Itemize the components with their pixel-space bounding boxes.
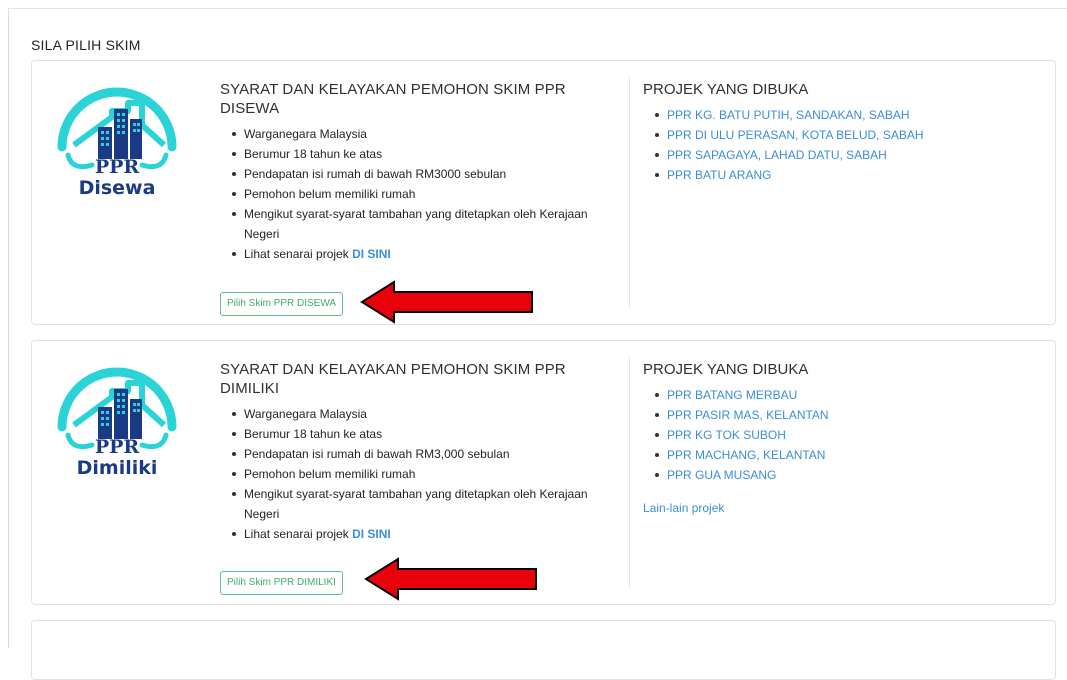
project-link[interactable]: PPR GUA MUSANG: [655, 465, 1043, 485]
projects-list: PPR KG. BATU PUTIH, SANDAKAN, SABAH PPR …: [643, 105, 1043, 185]
requirement-item: Pemohon belum memiliki rumah: [232, 184, 620, 204]
requirements-list: Warganegara Malaysia Berumur 18 tahun ke…: [220, 124, 620, 264]
scheme-card-next: [31, 620, 1056, 680]
logo-text-ppr: PPR: [95, 436, 140, 458]
select-scheme-disewa-button[interactable]: Pilih Skim PPR DISEWA: [220, 292, 344, 316]
requirement-item: Berumur 18 tahun ke atas: [232, 144, 620, 164]
section-title: SILA PILIH SKIM: [31, 37, 141, 53]
red-arrow-icon: [364, 557, 537, 601]
red-arrow-icon: [360, 280, 533, 324]
project-link[interactable]: PPR KG. BATU PUTIH, SANDAKAN, SABAH: [655, 105, 1043, 125]
projects-column: PROJEK YANG DIBUKA PPR KG. BATU PUTIH, S…: [643, 80, 1043, 185]
requirement-item: Mengikut syarat-syarat tambahan yang dit…: [232, 204, 620, 244]
di-sini-link[interactable]: DI SINI: [352, 527, 391, 541]
project-link[interactable]: PPR BATANG MERBAU: [655, 385, 1043, 405]
project-link[interactable]: PPR DI ULU PERASAN, KOTA BELUD, SABAH: [655, 125, 1043, 145]
projects-column: PROJEK YANG DIBUKA PPR BATANG MERBAU PPR…: [643, 360, 1043, 517]
column-divider: [629, 77, 630, 309]
requirement-item: Pendapatan isi rumah di bawah RM3,000 se…: [232, 444, 620, 464]
page-frame: SILA PILIH SKIM PPR Disewa SYARAT DAN KE…: [8, 8, 1067, 680]
other-projects-link[interactable]: Lain-lain projek: [643, 501, 724, 515]
logo-text-disewa: Disewa: [79, 177, 156, 199]
scheme-card-dimiliki: PPR Dimiliki SYARAT DAN KELAYAKAN PEMOHO…: [31, 340, 1056, 605]
project-link[interactable]: PPR PASIR MAS, KELANTAN: [655, 405, 1043, 425]
requirement-item: Berumur 18 tahun ke atas: [232, 424, 620, 444]
project-link[interactable]: PPR KG TOK SUBOH: [655, 425, 1043, 445]
logo-text-ppr: PPR: [95, 156, 140, 178]
requirements-list: Warganegara Malaysia Berumur 18 tahun ke…: [220, 404, 620, 544]
requirement-item-project-list: Lihat senarai projek DI SINI: [232, 244, 620, 264]
scheme-card-disewa: PPR Disewa SYARAT DAN KELAYAKAN PEMOHON …: [31, 60, 1056, 325]
select-scheme-dimiliki-button[interactable]: Pilih Skim PPR DIMILIKI: [220, 571, 343, 595]
requirement-item-project-list: Lihat senarai projek DI SINI: [232, 524, 620, 544]
scheme-title: SYARAT DAN KELAYAKAN PEMOHON SKIM PPR DI…: [220, 361, 566, 397]
requirements-column: SYARAT DAN KELAYAKAN PEMOHON SKIM PPR DI…: [220, 360, 620, 544]
project-link[interactable]: PPR MACHANG, KELANTAN: [655, 445, 1043, 465]
projects-title: PROJEK YANG DIBUKA: [643, 81, 809, 98]
project-link[interactable]: PPR SAPAGAYA, LAHAD DATU, SABAH: [655, 145, 1043, 165]
logo-text-dimiliki: Dimiliki: [77, 457, 158, 479]
requirement-item: Mengikut syarat-syarat tambahan yang dit…: [232, 484, 620, 524]
project-list-prefix: Lihat senarai projek: [244, 527, 353, 541]
ppr-disewa-logo-icon: PPR Disewa: [57, 87, 177, 199]
ppr-dimiliki-logo-icon: PPR Dimiliki: [57, 367, 177, 479]
column-divider: [629, 357, 630, 589]
requirements-column: SYARAT DAN KELAYAKAN PEMOHON SKIM PPR DI…: [220, 80, 620, 264]
requirement-item: Pemohon belum memiliki rumah: [232, 464, 620, 484]
projects-title: PROJEK YANG DIBUKA: [643, 361, 809, 378]
projects-list: PPR BATANG MERBAU PPR PASIR MAS, KELANTA…: [643, 385, 1043, 485]
project-list-prefix: Lihat senarai projek: [244, 247, 353, 261]
requirement-item: Warganegara Malaysia: [232, 124, 620, 144]
requirement-item: Pendapatan isi rumah di bawah RM3000 seb…: [232, 164, 620, 184]
scheme-title: SYARAT DAN KELAYAKAN PEMOHON SKIM PPR DI…: [220, 81, 566, 117]
project-link[interactable]: PPR BATU ARANG: [655, 165, 1043, 185]
di-sini-link[interactable]: DI SINI: [352, 247, 391, 261]
requirement-item: Warganegara Malaysia: [232, 404, 620, 424]
